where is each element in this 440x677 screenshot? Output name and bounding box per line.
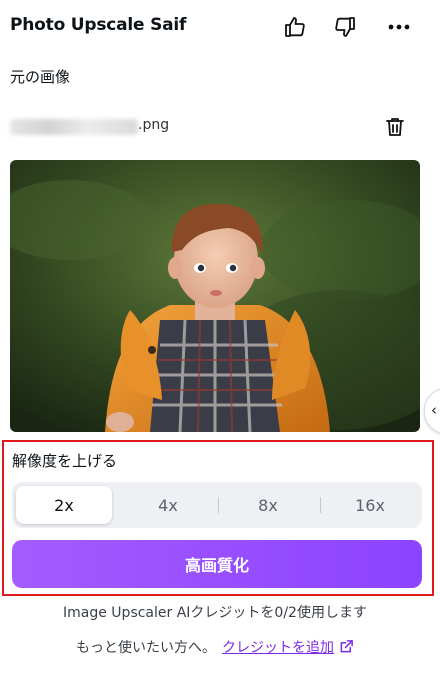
scale-option-2x[interactable]: 2x bbox=[16, 486, 112, 524]
scale-option-4x[interactable]: 4x bbox=[120, 486, 216, 524]
file-extension: .png bbox=[138, 117, 170, 133]
external-link-icon bbox=[340, 640, 353, 653]
scale-option-8x[interactable]: 8x bbox=[220, 486, 316, 524]
delete-button[interactable] bbox=[380, 112, 410, 142]
original-image-label: 元の画像 bbox=[10, 68, 71, 86]
app-header: Photo Upscale Saif bbox=[0, 0, 440, 56]
collapse-panel-tab[interactable]: ‹ bbox=[424, 388, 440, 434]
credit-usage-note: Image Upscaler AIクレジットを0/2使用します bbox=[63, 605, 367, 621]
more-horizontal-icon bbox=[388, 24, 410, 30]
more-usage-text: もっと使いたい方へ。 bbox=[76, 640, 216, 656]
upscale-button[interactable]: 高画質化 bbox=[12, 540, 422, 588]
app-title: Photo Upscale Saif bbox=[10, 15, 187, 35]
thumbs-up-button[interactable] bbox=[280, 12, 310, 42]
resolution-label: 解像度を上げる bbox=[12, 452, 118, 470]
add-credit-link[interactable]: クレジットを追加 bbox=[222, 640, 334, 656]
segment-divider bbox=[218, 497, 219, 513]
thumbs-up-icon bbox=[285, 17, 305, 37]
scale-selector: 2x 4x 8x 16x bbox=[12, 482, 422, 528]
more-options-button[interactable] bbox=[384, 12, 414, 42]
thumbs-down-button[interactable] bbox=[330, 12, 360, 42]
thumbs-down-icon bbox=[335, 17, 355, 37]
file-row: .png bbox=[10, 112, 420, 142]
scale-option-16x[interactable]: 16x bbox=[322, 486, 418, 524]
photo-illustration bbox=[10, 160, 420, 432]
blurred-filename bbox=[10, 119, 138, 135]
segment-divider bbox=[320, 497, 321, 513]
original-photo bbox=[10, 160, 420, 432]
trash-icon bbox=[386, 118, 404, 136]
upscale-panel: 解像度を上げる 2x 4x 8x 16x 高画質化 bbox=[2, 440, 434, 596]
add-credit-row: もっと使いたい方へ。 クレジットを追加 bbox=[0, 637, 430, 657]
chevron-left-icon: ‹ bbox=[431, 401, 437, 419]
